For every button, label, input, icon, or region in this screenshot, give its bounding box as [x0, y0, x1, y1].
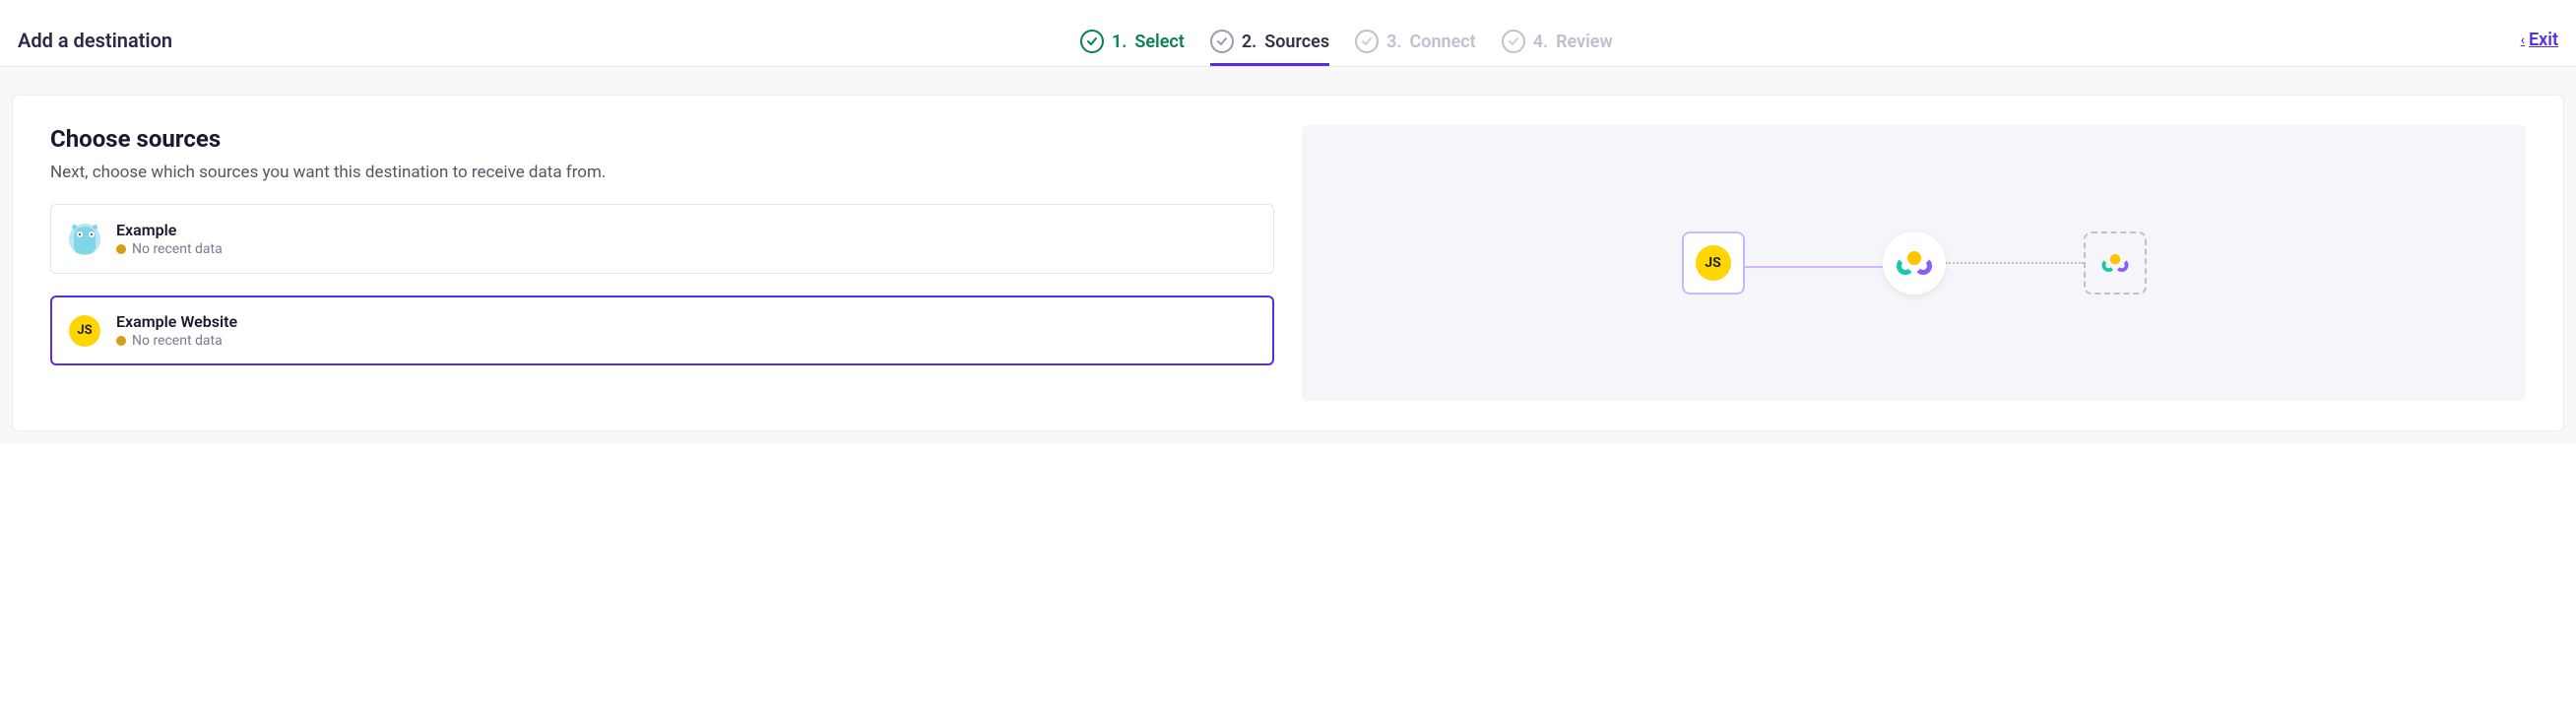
stepper: 1. Select 2. Sources 3. Connect 4. Revie… — [1080, 14, 1613, 66]
source-status: No recent data — [116, 241, 223, 257]
page-body: Choose sources Next, choose which source… — [0, 67, 2576, 443]
connector-line — [1745, 266, 1883, 268]
status-dot-icon — [116, 336, 126, 346]
section-title: Choose sources — [50, 125, 1274, 153]
segment-logo-icon — [1897, 245, 1932, 281]
step-connect[interactable]: 3. Connect — [1355, 14, 1476, 66]
step-select[interactable]: 1. Select — [1080, 14, 1185, 66]
check-circle-icon — [1502, 30, 1525, 53]
check-circle-icon — [1355, 30, 1379, 53]
pipeline-diagram-panel: JS — [1302, 125, 2526, 401]
source-list: Example No recent data JS Example Websit… — [50, 204, 1274, 365]
header: Add a destination 1. Select 2. Sources 3… — [0, 0, 2576, 67]
source-status-text: No recent data — [132, 241, 223, 257]
step-num: 4. — [1533, 32, 1548, 52]
step-sources[interactable]: 2. Sources — [1210, 14, 1329, 66]
page-title: Add a destination — [18, 29, 172, 52]
pipeline-diagram: JS — [1302, 231, 2526, 295]
choose-sources-panel: Choose sources Next, choose which source… — [50, 125, 1274, 401]
status-dot-icon — [116, 244, 126, 254]
connector-dotted-line — [1946, 262, 2084, 264]
javascript-icon: JS — [1696, 245, 1731, 281]
diagram-destination-node — [2084, 231, 2147, 295]
exit-label: Exit — [2529, 30, 2558, 50]
step-label: Sources — [1264, 32, 1329, 52]
javascript-icon: JS — [69, 315, 100, 347]
check-circle-icon — [1080, 30, 1104, 53]
step-num: 2. — [1242, 32, 1256, 52]
exit-link[interactable]: ‹ Exit — [2521, 30, 2558, 50]
source-status-text: No recent data — [132, 333, 223, 349]
source-name: Example Website — [116, 312, 237, 331]
section-subtitle: Next, choose which sources you want this… — [50, 163, 1274, 182]
step-num: 3. — [1386, 32, 1401, 52]
diagram-source-node: JS — [1682, 231, 1745, 295]
source-status: No recent data — [116, 333, 237, 349]
step-label: Review — [1556, 32, 1613, 52]
diagram-hub-node — [1883, 231, 1946, 295]
step-label: Select — [1134, 32, 1184, 52]
source-item-example[interactable]: Example No recent data — [50, 204, 1274, 274]
step-label: Connect — [1410, 32, 1476, 52]
go-gopher-icon — [69, 224, 100, 255]
chevron-left-icon: ‹ — [2521, 33, 2525, 48]
content-card: Choose sources Next, choose which source… — [12, 95, 2564, 431]
source-name: Example — [116, 221, 223, 239]
step-num: 1. — [1112, 32, 1127, 52]
source-item-example-website[interactable]: JS Example Website No recent data — [50, 296, 1274, 365]
check-circle-icon — [1210, 30, 1234, 53]
step-review[interactable]: 4. Review — [1502, 14, 1613, 66]
segment-logo-icon — [2101, 250, 2128, 277]
